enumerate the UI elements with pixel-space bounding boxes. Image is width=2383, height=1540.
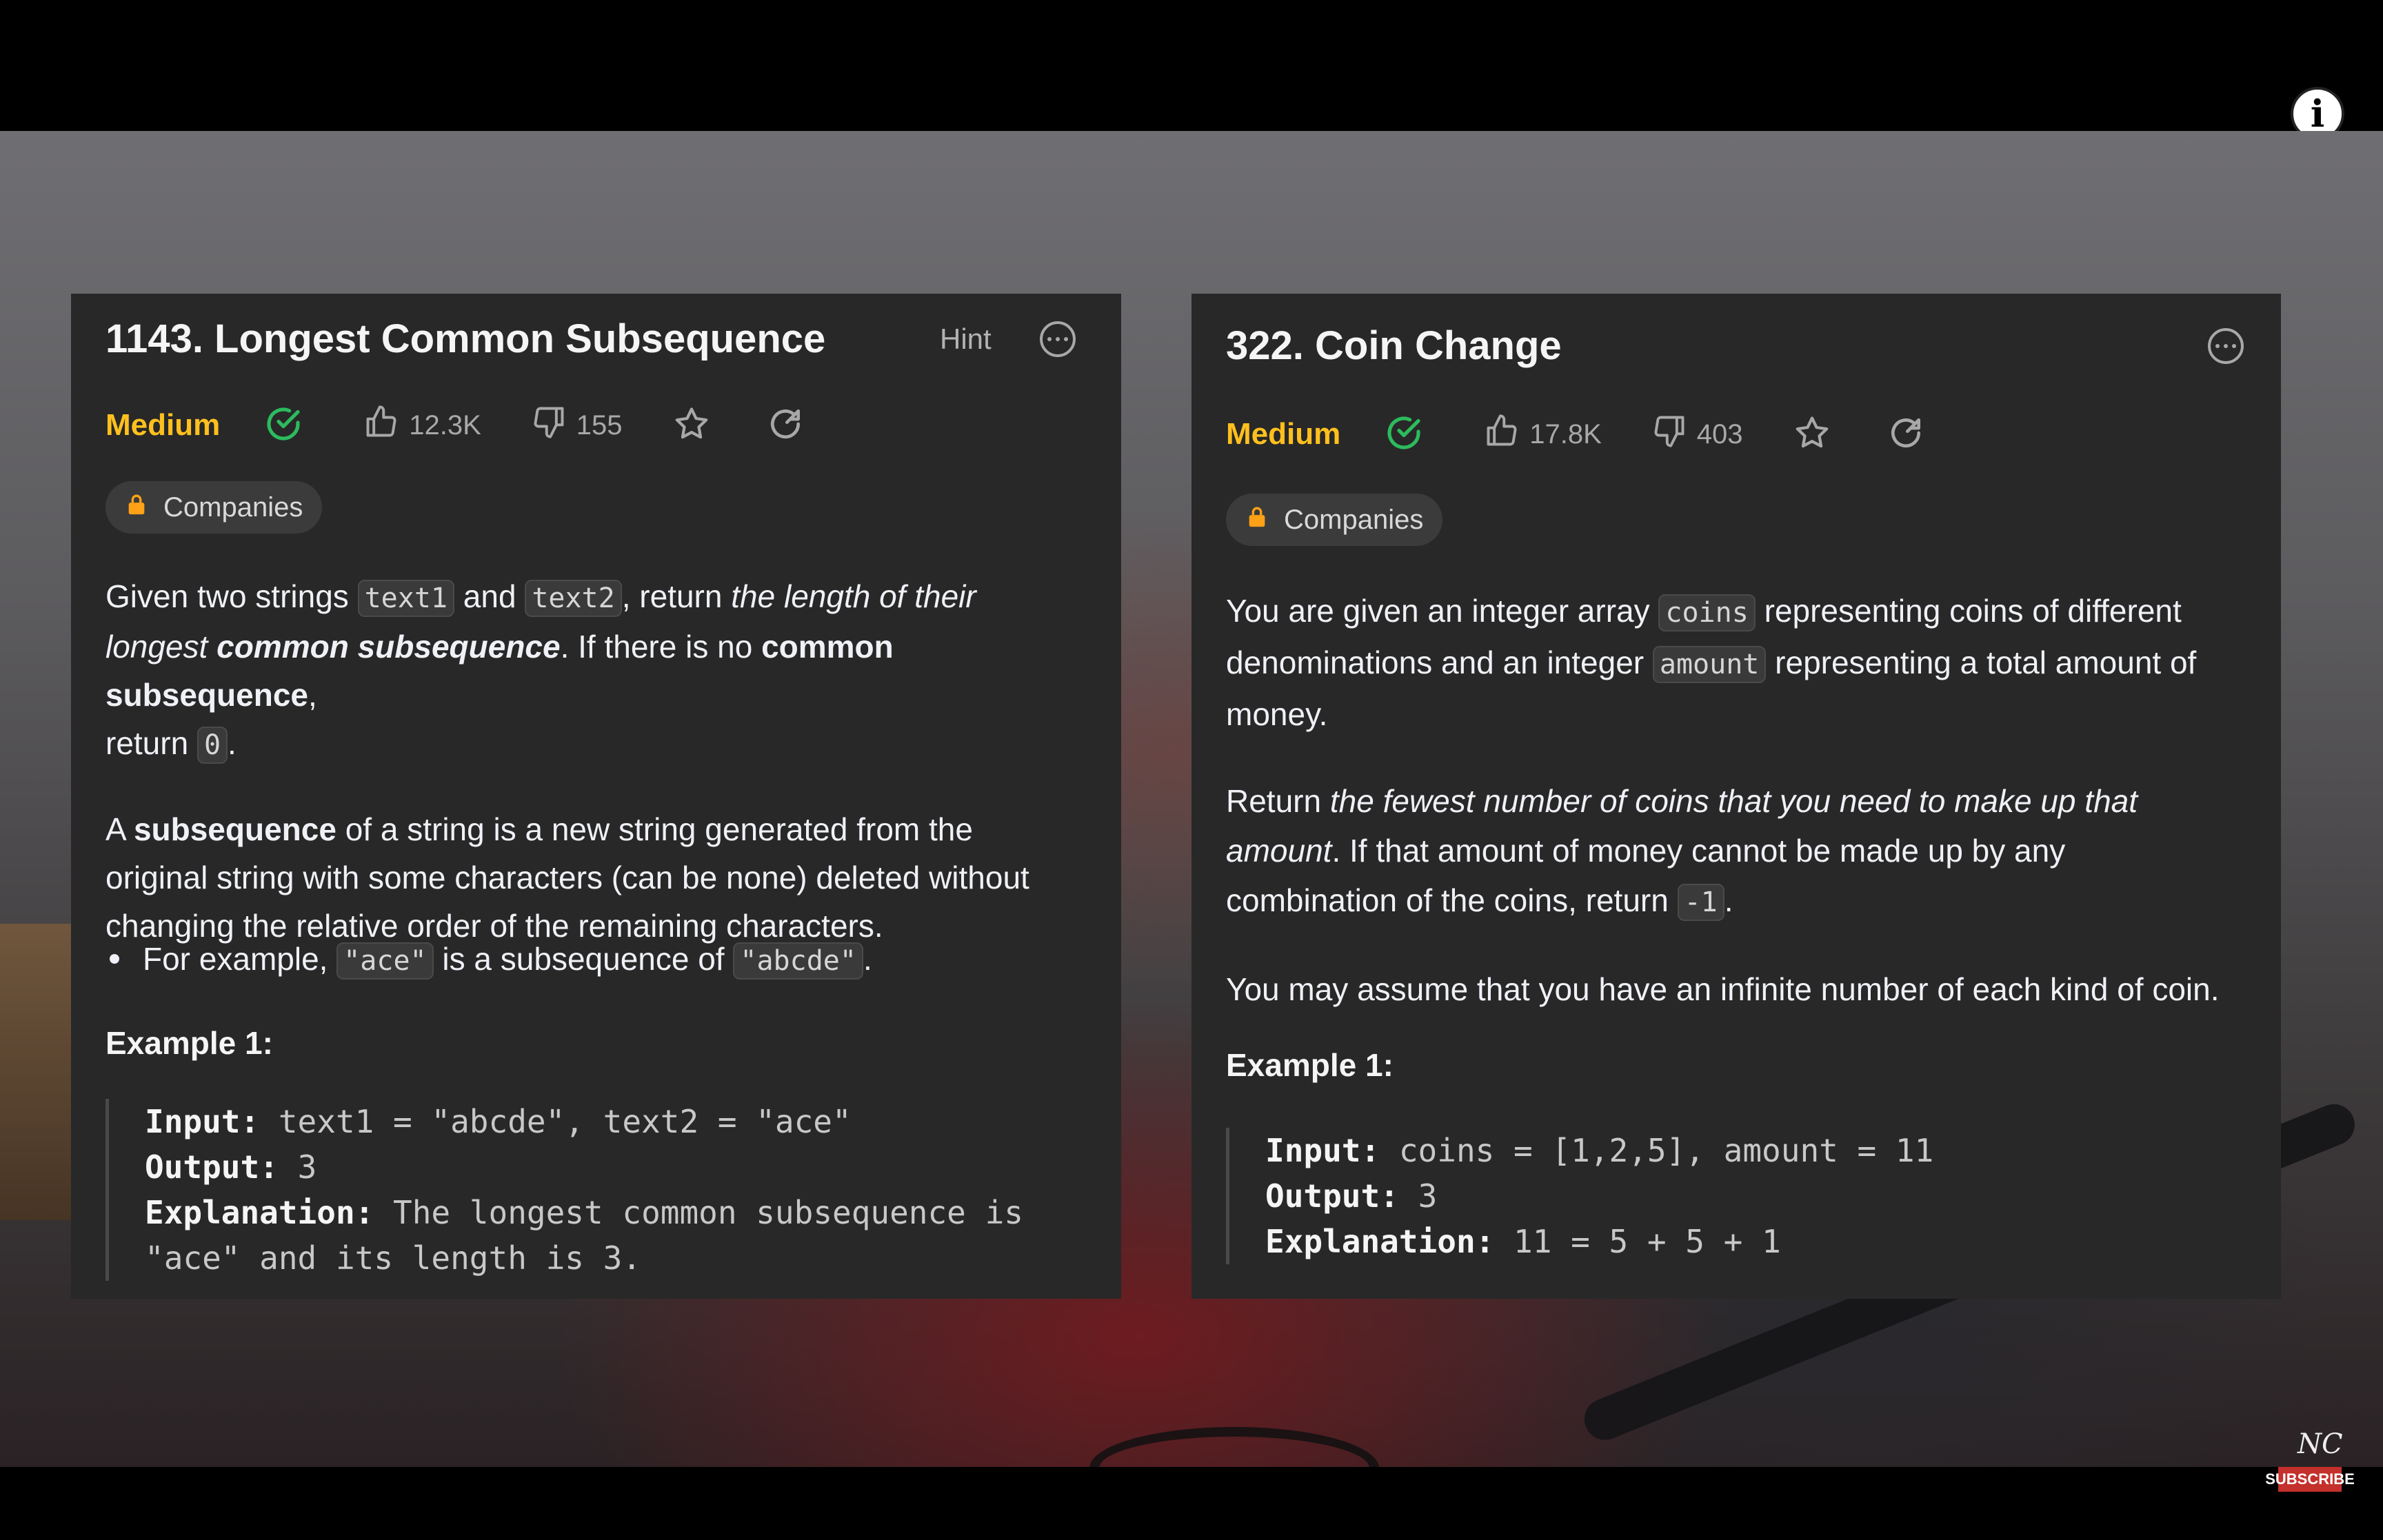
problem-panel-lcs: 1143. Longest Common Subsequence Hint Me… (71, 294, 1121, 1299)
more-options-icon[interactable] (2208, 328, 2244, 364)
thumbs-down-icon (1651, 413, 1697, 456)
problem-meta-row: Medium 12.3K 155 (105, 401, 860, 449)
dislike-button[interactable]: 155 (531, 404, 623, 447)
description-paragraph-1: You are given an integer array coins rep… (1226, 593, 2197, 732)
example-heading: Example 1: (105, 1025, 273, 1061)
subscribe-badge: SUBSCRIBE (2265, 1467, 2355, 1492)
problem-title[interactable]: 322. Coin Change (1226, 323, 1562, 369)
description-paragraph-2: A subsequence of a string is a new strin… (105, 811, 1029, 944)
dislike-count: 403 (1696, 418, 1743, 449)
description-paragraph-1: Given two strings text1 and text2, retur… (105, 572, 1098, 769)
problem-panel-coin-change: 322. Coin Change Medium 17.8K 403 Compan… (1192, 294, 2281, 1299)
check-circle-icon (264, 405, 303, 447)
problem-description: You are given an integer array coins rep… (1226, 586, 2267, 1014)
difficulty-badge: Medium (1226, 417, 1341, 451)
thumbs-down-icon (531, 404, 576, 447)
inline-code: "ace" (336, 942, 434, 980)
share-icon[interactable] (766, 405, 805, 447)
dislike-count: 155 (576, 409, 623, 440)
inline-code: "abcde" (733, 942, 863, 980)
inline-code: text2 (525, 580, 622, 617)
dislike-button[interactable]: 403 (1651, 413, 1743, 456)
like-button[interactable]: 12.3K (363, 404, 481, 447)
example-block: Input: text1 = "abcde", text2 = "ace" Ou… (105, 1099, 1098, 1281)
hint-button[interactable]: Hint (940, 323, 992, 356)
companies-tag[interactable]: Companies (105, 481, 323, 534)
channel-logo-mark: NC (2297, 1428, 2343, 1460)
inline-code: amount (1652, 646, 1767, 683)
channel-watermark[interactable]: NC SUBSCRIBE (2265, 1428, 2355, 1497)
star-icon[interactable] (672, 405, 711, 447)
example-block: Input: coins = [1,2,5], amount = 11 Outp… (1226, 1128, 2246, 1264)
inline-code: text1 (357, 580, 454, 617)
check-circle-icon (1385, 414, 1423, 456)
thumbs-up-icon (1484, 413, 1529, 456)
inline-code: -1 (1677, 884, 1725, 921)
share-icon[interactable] (1887, 414, 1925, 456)
star-icon[interactable] (1793, 414, 1831, 456)
letterbox-bottom (0, 1467, 2383, 1540)
more-options-icon[interactable] (1040, 321, 1076, 357)
like-count: 12.3K (409, 409, 481, 440)
like-count: 17.8K (1529, 418, 1602, 449)
description-paragraph-3: You may assume that you have an infinite… (1226, 971, 2220, 1007)
like-button[interactable]: 17.8K (1484, 413, 1602, 456)
companies-label: Companies (163, 492, 303, 523)
companies-label: Companies (1284, 504, 1424, 535)
inline-code: 0 (197, 727, 228, 764)
bullet-dot (110, 954, 119, 964)
example-heading: Example 1: (1226, 1047, 1394, 1083)
thumbs-up-icon (363, 404, 409, 447)
problem-meta-row: Medium 17.8K 403 (1226, 410, 1980, 458)
lock-icon (1245, 505, 1269, 536)
background-shelf (0, 924, 83, 1220)
problem-description: Given two strings text1 and text2, retur… (105, 572, 1098, 950)
lock-icon (125, 492, 148, 523)
problem-title[interactable]: 1143. Longest Common Subsequence (105, 316, 825, 362)
list-item: For example, "ace" is a subsequence of "… (110, 935, 872, 983)
inline-code: coins (1658, 594, 1756, 631)
letterbox-top (0, 0, 2383, 131)
description-paragraph-2: Return the fewest number of coins that y… (1226, 776, 2267, 927)
difficulty-badge: Medium (105, 408, 221, 442)
companies-tag[interactable]: Companies (1226, 494, 1443, 546)
